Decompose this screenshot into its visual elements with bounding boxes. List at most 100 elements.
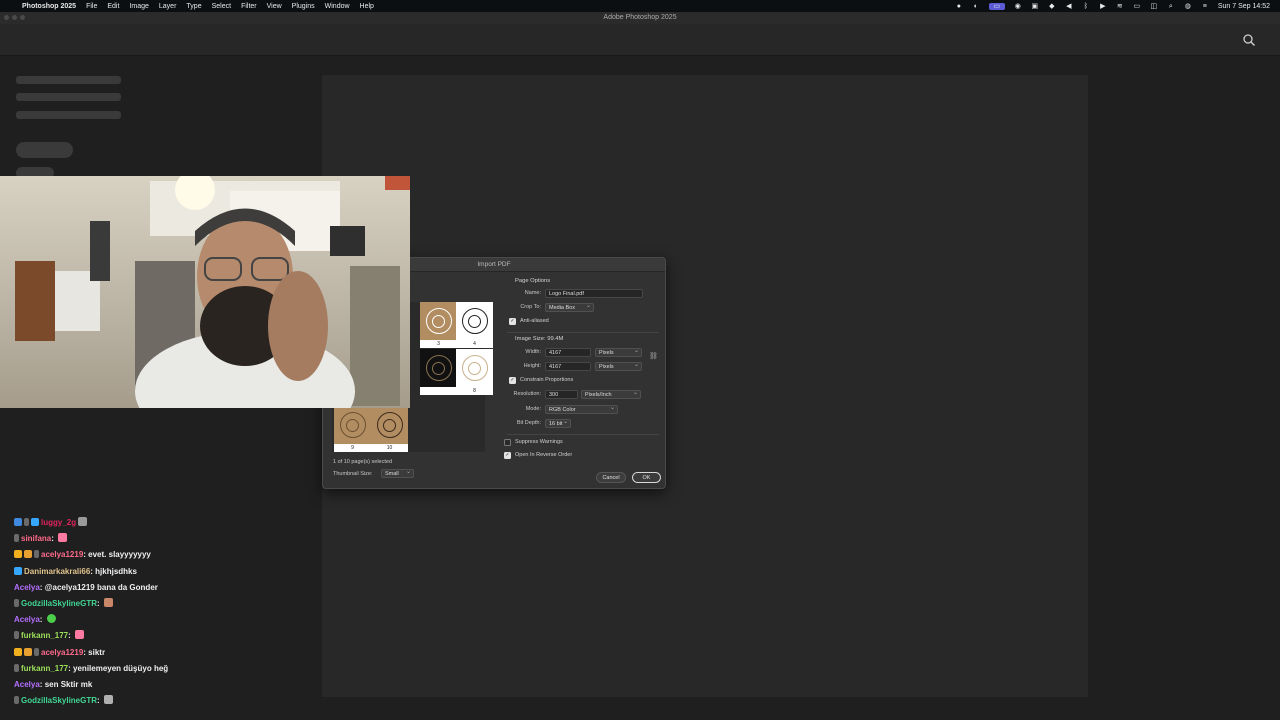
chat-username[interactable]: Acelya	[14, 583, 40, 592]
resolution-unit-select[interactable]: Pixels/Inch	[581, 389, 641, 399]
bit-depth-label: Bit Depth:	[516, 420, 541, 426]
control-center-icon[interactable]: ◫	[1150, 3, 1158, 10]
window-title-bar: Adobe Photoshop 2025	[0, 12, 1280, 24]
constrain-proportions-checkbox[interactable]: ✓	[509, 377, 516, 384]
clock[interactable]: Sun 7 Sep 14:52	[1218, 3, 1270, 10]
chat-username[interactable]: acelya1219	[41, 648, 83, 657]
ok-button[interactable]: OK	[632, 472, 661, 483]
height-label: Height:	[523, 363, 541, 369]
menu-layer[interactable]: Layer	[159, 3, 177, 10]
chat-message: acelya1219: evet. slayyyyyyy	[14, 547, 314, 563]
height-unit-select[interactable]: Pixels	[595, 361, 642, 371]
menu-help[interactable]: Help	[360, 3, 374, 10]
reverse-order-label: Open In Reverse Order	[515, 452, 573, 458]
battery-icon[interactable]: ▭	[1133, 3, 1141, 10]
menu-window[interactable]: Window	[325, 3, 350, 10]
chat-message: GodzillaSkylineGTR:	[14, 596, 314, 612]
chat-message: furkann_177: yenilemeyen düşüyo heğ	[14, 661, 314, 677]
resolution-field[interactable]: 300	[545, 390, 578, 399]
menu-app-name[interactable]: Photoshop 2025	[22, 3, 76, 10]
chat-message: sinifana:	[14, 531, 314, 547]
chat-message: acelya1219: siktr	[14, 645, 314, 661]
reverse-order-checkbox[interactable]: ✓	[504, 452, 511, 459]
badge-icon	[14, 631, 19, 640]
badge-icon	[14, 647, 22, 656]
chat-text: siktr	[88, 647, 106, 657]
chat-username[interactable]: Acelya	[14, 680, 40, 689]
menu-view[interactable]: View	[267, 3, 282, 10]
thumbnail-number: 8	[456, 387, 493, 395]
play-icon[interactable]: ▶	[1099, 3, 1107, 10]
badge-icon	[14, 696, 19, 705]
chat-username[interactable]: Danimarkakrali66	[24, 567, 90, 576]
close-window-button[interactable]	[4, 15, 9, 20]
badge-icon	[24, 550, 32, 559]
link-icon[interactable]: ⛓	[649, 352, 658, 366]
menu-select[interactable]: Select	[212, 3, 231, 10]
wifi-icon[interactable]: ≋	[1116, 3, 1124, 10]
stream-chat: luggy_2g sinifana: acelya1219: evet. sla…	[14, 515, 314, 709]
constrain-proportions-label: Constrain Proportions	[520, 377, 574, 383]
search-icon[interactable]	[1242, 33, 1256, 47]
page-thumbnail[interactable]	[420, 349, 457, 395]
emote-icon	[103, 597, 113, 607]
menu-file[interactable]: File	[86, 3, 97, 10]
menu-plugins[interactable]: Plugins	[292, 3, 315, 10]
volume-icon[interactable]: ◀	[1065, 3, 1073, 10]
width-field[interactable]: 4167	[545, 348, 591, 357]
badge-icon	[31, 518, 39, 526]
screen-share-icon[interactable]: ▭	[988, 2, 1005, 10]
badge-icon	[34, 550, 39, 559]
display-icon[interactable]: ▣	[1031, 3, 1039, 10]
menu-icon[interactable]: ≡	[1201, 3, 1209, 10]
search-icon[interactable]: ⌕	[1167, 3, 1175, 10]
chat-username[interactable]: GodzillaSkylineGTR	[21, 599, 97, 608]
record-icon[interactable]: ●	[955, 3, 963, 10]
bluetooth-icon[interactable]: ᛒ	[1082, 3, 1090, 10]
height-field[interactable]: 4167	[545, 362, 591, 371]
crop-to-select[interactable]: Media Box	[545, 302, 594, 312]
zoom-window-button[interactable]	[20, 15, 25, 20]
creative-cloud-icon[interactable]: ◐	[972, 3, 980, 10]
suppress-warnings-checkbox[interactable]	[504, 439, 511, 446]
thumbnail-size-label: Thumbnail Size:	[333, 471, 373, 477]
eye-icon[interactable]: ◆	[1048, 3, 1056, 10]
webcam-frame-image	[0, 176, 410, 408]
siri-icon[interactable]: ◍	[1184, 3, 1192, 10]
chat-username[interactable]: sinifana	[21, 534, 51, 543]
chat-username[interactable]: luggy_2g	[41, 518, 76, 527]
chat-username[interactable]: furkann_177	[21, 631, 68, 640]
thumbnail-number: 9	[334, 444, 371, 452]
chat-username[interactable]: furkann_177	[21, 664, 68, 673]
menu-edit[interactable]: Edit	[107, 3, 119, 10]
mode-select[interactable]: RGB Color	[545, 404, 618, 414]
bit-depth-select[interactable]: 16 bit	[545, 418, 571, 428]
anti-aliased-checkbox[interactable]: ✓	[509, 318, 516, 325]
sidebar-placeholder	[16, 111, 121, 119]
chat-username[interactable]: GodzillaSkylineGTR	[21, 696, 97, 705]
selection-info: 1 of 10 page(s) selected	[333, 459, 393, 465]
page-thumbnail[interactable]: 4	[456, 302, 493, 348]
badge-icon	[24, 518, 29, 526]
page-thumbnail[interactable]: 8	[456, 349, 493, 395]
thumbnail-size-select[interactable]: Small	[381, 468, 414, 478]
window-controls	[4, 15, 25, 20]
page-thumbnail[interactable]: 10	[371, 406, 408, 452]
page-thumbnail[interactable]: 9	[334, 406, 371, 452]
chat-username[interactable]: Acelya	[14, 615, 40, 624]
menu-type[interactable]: Type	[186, 3, 201, 10]
menu-image[interactable]: Image	[129, 3, 148, 10]
width-unit-select[interactable]: Pixels	[595, 347, 642, 357]
app-status-icon[interactable]: ◉	[1014, 3, 1022, 10]
chat-message: Acelya: sen Sktir mk	[14, 679, 93, 689]
chat-message: GodzillaSkylineGTR:	[14, 693, 314, 709]
chat-message: Acelya: @acelya1219 bana da Gonder	[14, 582, 158, 592]
badge-icon	[24, 647, 32, 656]
name-field[interactable]: Logo Final.pdf	[545, 289, 643, 298]
menu-filter[interactable]: Filter	[241, 3, 257, 10]
badge-icon	[14, 598, 19, 607]
chat-username[interactable]: acelya1219	[41, 550, 83, 559]
cancel-button[interactable]: Cancel	[596, 472, 626, 483]
page-thumbnail[interactable]: 3	[420, 302, 457, 348]
minimize-window-button[interactable]	[12, 15, 17, 20]
